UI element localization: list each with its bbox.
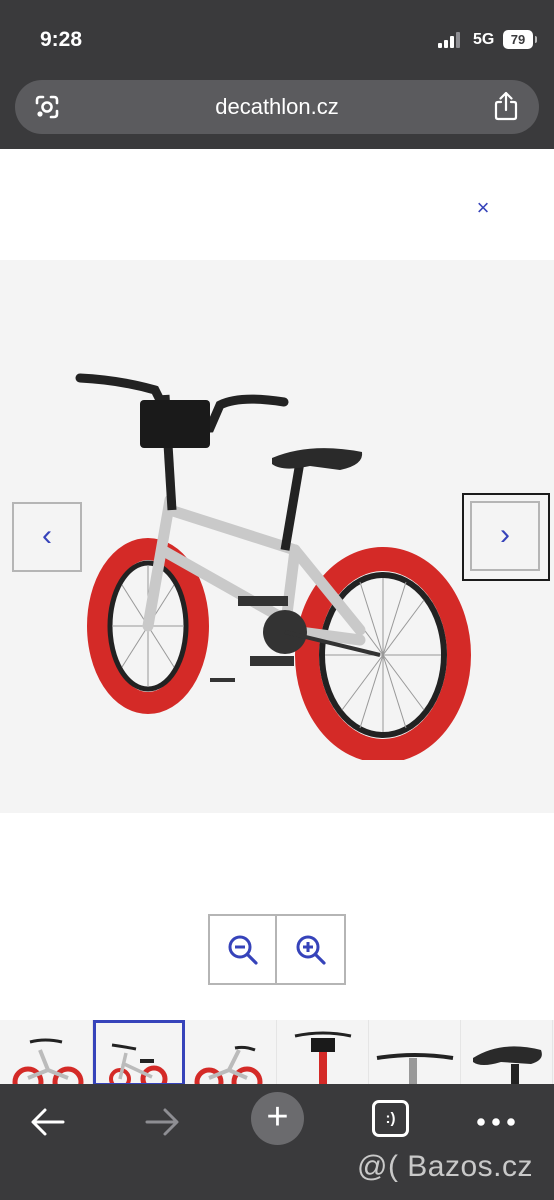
thumbnail-5[interactable] <box>369 1020 461 1086</box>
bike-thumbnail-image <box>294 1031 352 1086</box>
zoom-out-button[interactable] <box>208 914 277 985</box>
thumbnail-1[interactable] <box>0 1020 93 1086</box>
new-tab-plus-icon[interactable]: + <box>251 1092 304 1145</box>
saddle-thumbnail-image <box>473 1046 542 1086</box>
tab-switcher-button[interactable]: :) <box>372 1100 409 1137</box>
thumbnail-2-selected[interactable] <box>93 1020 185 1086</box>
thumbnail-4[interactable] <box>277 1020 369 1086</box>
bike-thumbnail-image <box>194 1045 263 1086</box>
more-dots-icon <box>477 1118 515 1126</box>
address-bar[interactable]: decathlon.cz <box>15 80 539 134</box>
zoom-controls <box>208 914 346 985</box>
watermark-text: @( Bazos.cz <box>357 1150 533 1183</box>
cellular-signal-icon <box>438 32 460 48</box>
close-icon[interactable]: × <box>470 195 496 221</box>
next-image-button[interactable]: › <box>470 501 540 571</box>
bike-thumbnail-image <box>109 1043 168 1083</box>
zoom-in-icon <box>296 935 326 965</box>
next-image-focus-ring: › <box>462 493 550 581</box>
more-menu-button[interactable] <box>474 1096 518 1148</box>
back-button[interactable] <box>28 1096 68 1148</box>
back-arrow-icon <box>31 1108 65 1136</box>
network-type: 5G <box>473 31 495 48</box>
forward-arrow-icon <box>145 1108 179 1136</box>
battery-icon: 79 <box>503 30 537 49</box>
forward-button[interactable] <box>142 1096 182 1148</box>
thumbnail-3[interactable] <box>185 1020 277 1086</box>
browser-header: decathlon.cz <box>0 70 554 149</box>
status-bar: 9:28 5G 79 <box>0 0 554 70</box>
clock: 9:28 <box>40 28 83 51</box>
bike-thumbnail-image <box>12 1038 84 1086</box>
zoom-in-button[interactable] <box>277 914 346 985</box>
bicycle-product-image <box>75 373 471 760</box>
share-icon[interactable] <box>493 91 519 121</box>
previous-image-button[interactable]: ‹ <box>12 502 82 572</box>
url-text[interactable]: decathlon.cz <box>15 94 539 120</box>
handlebar-thumbnail-image <box>376 1053 454 1086</box>
product-image-viewer: ‹ › <box>0 260 554 813</box>
zoom-out-icon <box>228 935 258 965</box>
thumbnail-strip <box>0 1020 554 1086</box>
thumbnail-6[interactable] <box>461 1020 553 1086</box>
